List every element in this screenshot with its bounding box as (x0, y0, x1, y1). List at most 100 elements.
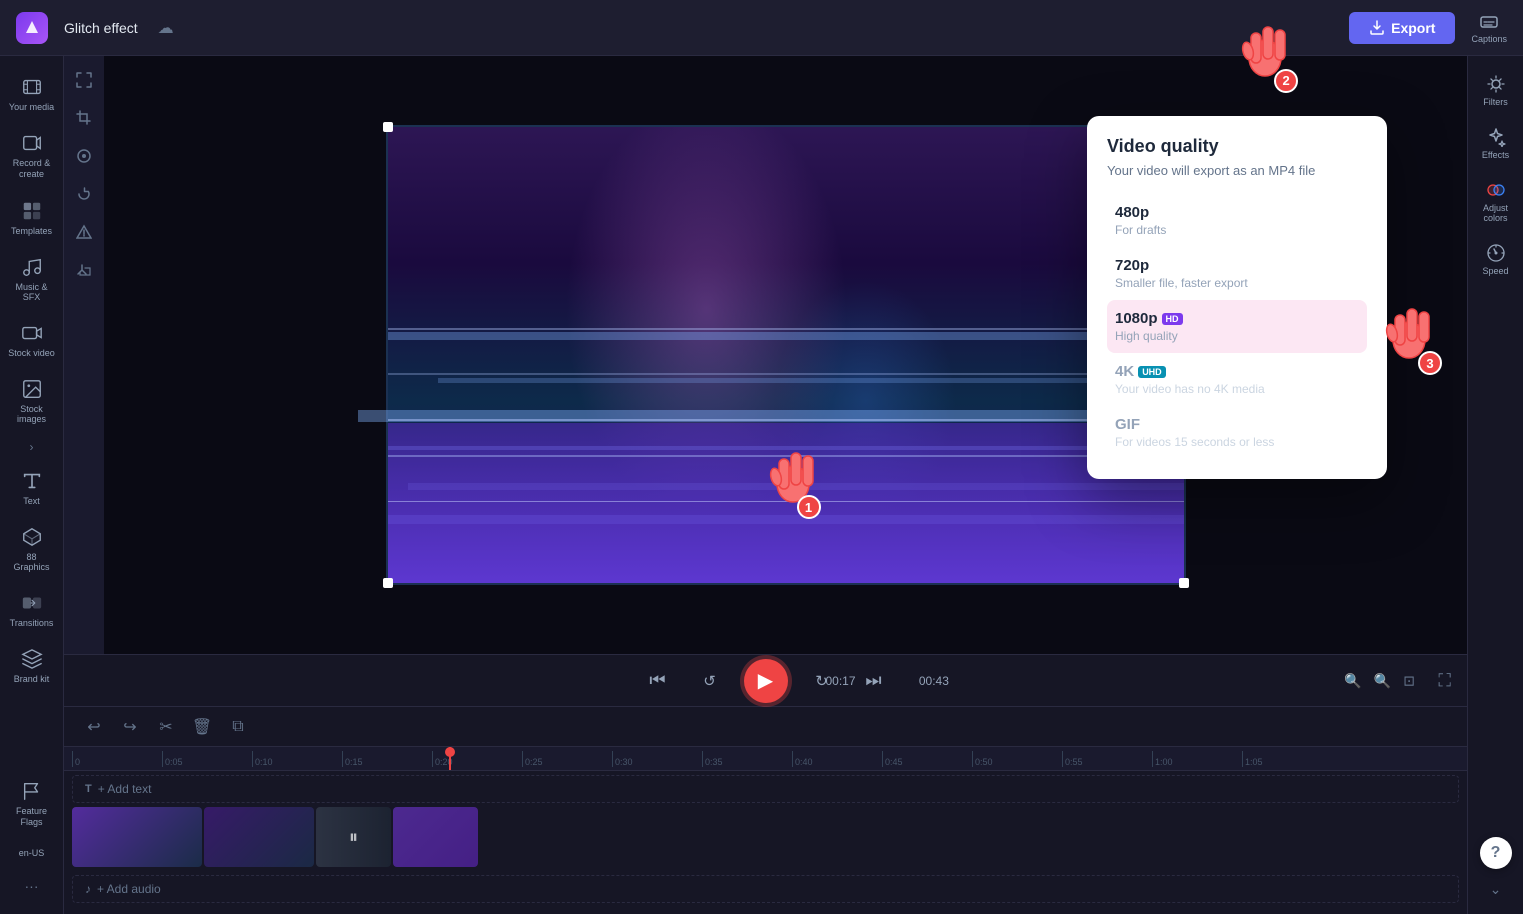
brand-icon (21, 648, 43, 670)
crop-tool[interactable] (68, 102, 100, 134)
sidebar-label-transitions: Transitions (10, 618, 54, 628)
sidebar-item-stock-video[interactable]: Stock video (4, 314, 60, 366)
export-button[interactable]: Export (1349, 12, 1455, 44)
cut-button[interactable]: ✂ (152, 713, 180, 741)
captions-icon (1479, 12, 1499, 32)
edit-toolbar: ↩ ↪ ✂ 🗑 ⧉ (64, 707, 1467, 747)
fit-view-tool[interactable] (68, 64, 100, 96)
redo-button[interactable]: ↪ (116, 713, 144, 741)
fit-zoom-button[interactable]: ⊡ (1399, 670, 1419, 691)
text-icon (21, 470, 43, 492)
skip-back-button[interactable]: ⏮ (640, 663, 676, 699)
right-sidebar-item-effects[interactable]: Effects (1470, 121, 1522, 166)
cloud-save-icon[interactable]: ☁ (158, 18, 174, 38)
right-sidebar-label-adjust: Adjust colors (1474, 203, 1518, 223)
resize-handle-bl[interactable] (383, 578, 393, 588)
bottom-area: ⏮ ↺ ▶ ↻ ⏭ 00:17 00:43 🔍 🔍 ⊡ ⛶ (64, 654, 1467, 914)
sidebar-item-templates[interactable]: Templates (4, 192, 60, 244)
clip-segment-2[interactable] (204, 807, 314, 867)
resize-handle-br[interactable] (1179, 578, 1189, 588)
ruler-mark-035: 0:35 (702, 751, 792, 767)
clip-segment-3[interactable]: ⏸ (316, 807, 391, 867)
sidebar-collapse-button[interactable]: ⌄ (1480, 877, 1512, 902)
video-content (388, 127, 1184, 583)
sidebar-item-your-media[interactable]: Your media (4, 68, 60, 120)
captions-button[interactable]: Captions (1471, 12, 1507, 44)
adjust-colors-icon (1486, 180, 1506, 200)
scene-icon (76, 148, 92, 164)
crop-icon (76, 110, 92, 126)
sidebar-item-transitions[interactable]: Transitions (4, 584, 60, 636)
zoom-in-button[interactable]: 🔍 (1370, 670, 1395, 691)
playhead[interactable] (449, 747, 451, 770)
ruler-mark-055: 0:55 (1062, 751, 1152, 767)
transitions-icon (21, 592, 43, 614)
glitch-line-2 (438, 378, 1184, 383)
sidebar-item-more[interactable]: ··· (4, 870, 60, 902)
sidebar-item-record-create[interactable]: Record &create (4, 124, 60, 188)
send-back-tool[interactable] (68, 254, 100, 286)
quality-name-720p: 720p (1115, 257, 1359, 274)
clip-segment-1[interactable] (72, 807, 202, 867)
ruler-mark-010: 0:10 (252, 751, 342, 767)
quality-option-480p[interactable]: 480p For drafts (1107, 194, 1367, 247)
sidebar-expand-button[interactable]: › (26, 436, 38, 458)
quality-desc-720p: Smaller file, faster export (1115, 276, 1359, 290)
warning-icon (76, 224, 92, 240)
sidebar-item-text[interactable]: Text (4, 462, 60, 514)
glitch-line-1 (388, 332, 1184, 340)
rotate-icon (76, 186, 92, 202)
quality-name-gif: GIF (1115, 416, 1359, 433)
audio-track-icon: ♪ (85, 882, 91, 896)
current-time: 00:17 (826, 674, 856, 688)
undo-button[interactable]: ↩ (80, 713, 108, 741)
sidebar-item-graphics[interactable]: 88 Graphics (4, 518, 60, 580)
video-clips-row: ⏸ (72, 807, 1459, 871)
fullscreen-button[interactable]: ⛶ (1438, 670, 1451, 691)
right-sidebar: Filters Effects Adjust colors Speed (1467, 56, 1523, 914)
right-sidebar-item-adjust-colors[interactable]: Adjust colors (1470, 174, 1522, 229)
zoom-out-button[interactable]: 🔍 (1340, 670, 1365, 691)
play-pause-button[interactable]: ▶ (744, 659, 788, 703)
replay-button[interactable]: ↺ (692, 663, 728, 699)
warning-tool[interactable] (68, 216, 100, 248)
music-icon (21, 256, 43, 278)
ruler-mark-045: 0:45 (882, 751, 972, 767)
rotate-tool[interactable] (68, 178, 100, 210)
filters-icon (1486, 74, 1506, 94)
quality-option-720p[interactable]: 720p Smaller file, faster export (1107, 247, 1367, 300)
timeline: 0 0:05 0:10 0:15 0:20 0:25 0:30 0:35 0:4… (64, 747, 1467, 914)
sidebar-label-stock-video: Stock video (8, 348, 55, 358)
quality-option-1080p[interactable]: 1080p HD High quality (1107, 300, 1367, 353)
quality-option-4k[interactable]: 4K UHD Your video has no 4K media (1107, 353, 1367, 406)
left-sidebar: Your media Record &create Templates (0, 56, 64, 914)
right-sidebar-label-speed: Speed (1482, 266, 1508, 276)
quality-option-gif[interactable]: GIF For videos 15 seconds or less (1107, 406, 1367, 459)
delete-button[interactable]: 🗑 (188, 713, 216, 741)
ruler-mark-025: 0:25 (522, 751, 612, 767)
ruler-mark-100: 1:00 (1152, 751, 1242, 767)
fit-view-icon (76, 72, 92, 88)
templates-icon (21, 200, 43, 222)
duplicate-button[interactable]: ⧉ (224, 713, 252, 741)
sidebar-item-music-sfx[interactable]: Music & SFX (4, 248, 60, 310)
stock-video-icon (21, 322, 43, 344)
sidebar-item-stock-images[interactable]: Stock images (4, 370, 60, 432)
stock-images-icon (21, 378, 43, 400)
resize-handle-tl[interactable] (383, 122, 393, 132)
timeline-ruler: 0 0:05 0:10 0:15 0:20 0:25 0:30 0:35 0:4… (64, 747, 1467, 771)
right-sidebar-label-effects: Effects (1482, 150, 1509, 160)
sidebar-item-brand-kit[interactable]: Brand kit (4, 640, 60, 692)
scene-tool[interactable] (68, 140, 100, 172)
feature-flags-icon (21, 780, 43, 802)
clip-segment-4[interactable] (393, 807, 478, 867)
add-audio-track[interactable]: ♪ + Add audio (72, 875, 1459, 903)
sidebar-item-feature-flags[interactable]: FeatureFlags (4, 772, 60, 836)
right-sidebar-item-speed[interactable]: Speed (1470, 237, 1522, 282)
sidebar-item-language[interactable]: en-US (4, 840, 60, 866)
add-text-track[interactable]: T + Add text (72, 775, 1459, 803)
right-sidebar-item-filters[interactable]: Filters (1470, 68, 1522, 113)
time-display: 00:17 00:43 (826, 674, 949, 688)
graphics-icon (21, 526, 43, 548)
help-button[interactable]: ? (1480, 837, 1512, 869)
